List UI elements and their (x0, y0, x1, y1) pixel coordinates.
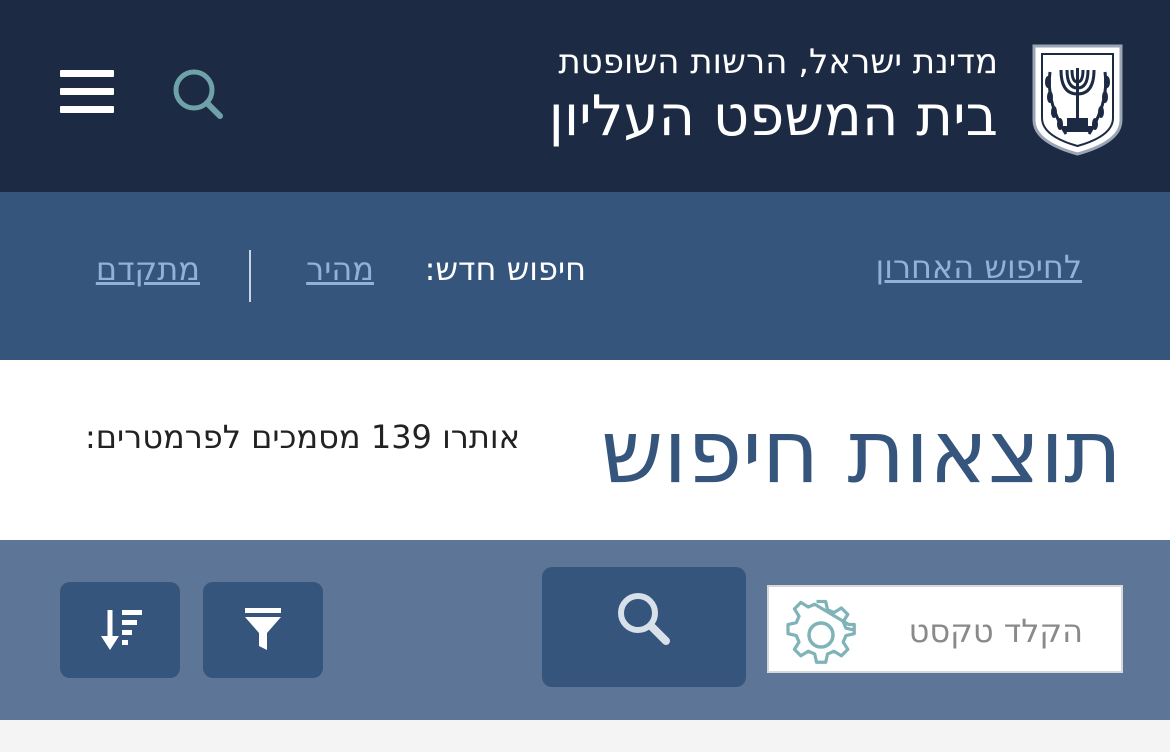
sort-icon (101, 610, 142, 650)
text-search-field[interactable] (767, 585, 1123, 673)
state-emblem-icon[interactable] (1030, 42, 1125, 157)
last-search-link[interactable]: לחיפוש האחרון (876, 248, 1083, 286)
advanced-search-link[interactable]: מתקדם (96, 250, 200, 288)
nav-divider (249, 250, 251, 302)
page-title: תוצאות חיפוש (600, 400, 1122, 503)
filter-button[interactable] (203, 582, 323, 678)
search-icon[interactable] (170, 66, 226, 122)
text-search-input[interactable] (851, 605, 1085, 657)
results-header: תוצאות חיפוש אותרו 139 מסמכים לפרמטרים: (0, 360, 1170, 540)
results-count: אותרו 139 מסמכים לפרמטרים: (84, 418, 520, 456)
site-subtitle: מדינת ישראל, הרשות השופטת (558, 42, 998, 82)
results-toolbar (0, 540, 1170, 720)
quick-search-link[interactable]: מהיר (306, 250, 374, 288)
site-title-block[interactable]: מדינת ישראל, הרשות השופטת בית המשפט העלי… (549, 40, 998, 150)
sort-button[interactable] (60, 582, 180, 678)
hamburger-menu-icon[interactable] (60, 70, 116, 114)
content-area (0, 720, 1170, 752)
site-title: בית המשפט העליון (548, 84, 998, 149)
filter-icon (245, 608, 281, 650)
site-header: מדינת ישראל, הרשות השופטת בית המשפט העלי… (0, 0, 1170, 192)
search-nav-bar: לחיפוש האחרון חיפוש חדש: מהיר מתקדם (0, 192, 1170, 360)
new-search-label: חיפוש חדש: (424, 250, 586, 288)
search-icon (618, 593, 670, 645)
gear-icon[interactable] (785, 599, 857, 671)
search-button[interactable] (542, 567, 746, 687)
